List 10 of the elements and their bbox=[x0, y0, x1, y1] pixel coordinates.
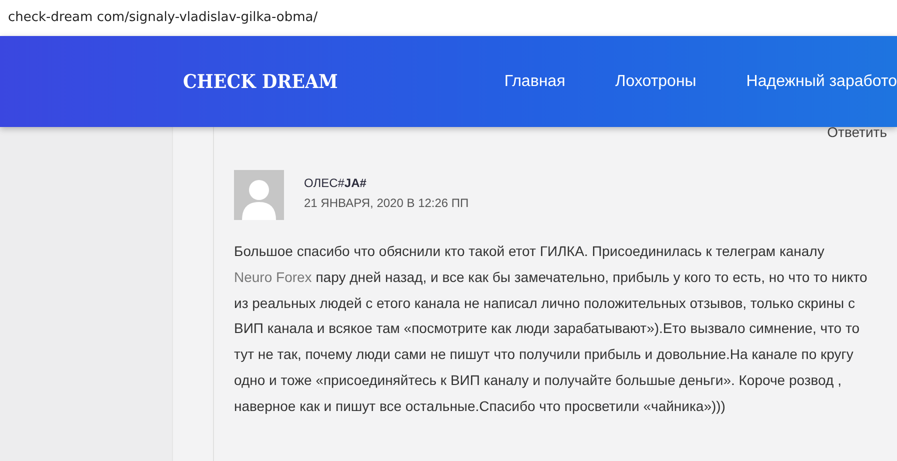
nav-link[interactable]: Надежный заработо bbox=[746, 72, 897, 90]
reply-link[interactable]: Ответить bbox=[827, 124, 887, 140]
url-text[interactable]: check-dream com/signaly-vladislav-gilka-obma/ bbox=[8, 10, 318, 25]
comment-author[interactable]: ОЛЕС#JA# bbox=[304, 176, 469, 190]
nav-link[interactable]: Главная bbox=[504, 72, 566, 90]
nav-link[interactable]: Лохотроны bbox=[615, 72, 696, 90]
site-logo[interactable]: CHECK DREAM bbox=[183, 70, 458, 92]
comment-text: Большое спасибо что обяснили кто такой етот ГИЛКА. Присоединилась к телеграм каналу Neuro Forex пару дней назад, и все как бы замечательно, прибыль у кого то есть, но что то никто из реальных людей с етого канала не написал лично положительных отзывов, только скрины с ВИП канала и всякое там «посмотрите как люди зарабатывают»).Ето вызвало симнение, что то тут не так, почему люди сами не пишут что получили прибыль и довольние.На канале по кругу одно и тоже «присоединяйтесь к ВИП каналу и получайте большые деньги». Короче розвод , наверное как и пишут все остальные.Спасибо что просветили «чайника»))) bbox=[234, 242, 868, 416]
comment-date[interactable]: 21 ЯНВАРЯ, 2020 В 12:26 ПП bbox=[304, 196, 469, 210]
text-link[interactable]: Neuro Forex bbox=[234, 268, 312, 285]
